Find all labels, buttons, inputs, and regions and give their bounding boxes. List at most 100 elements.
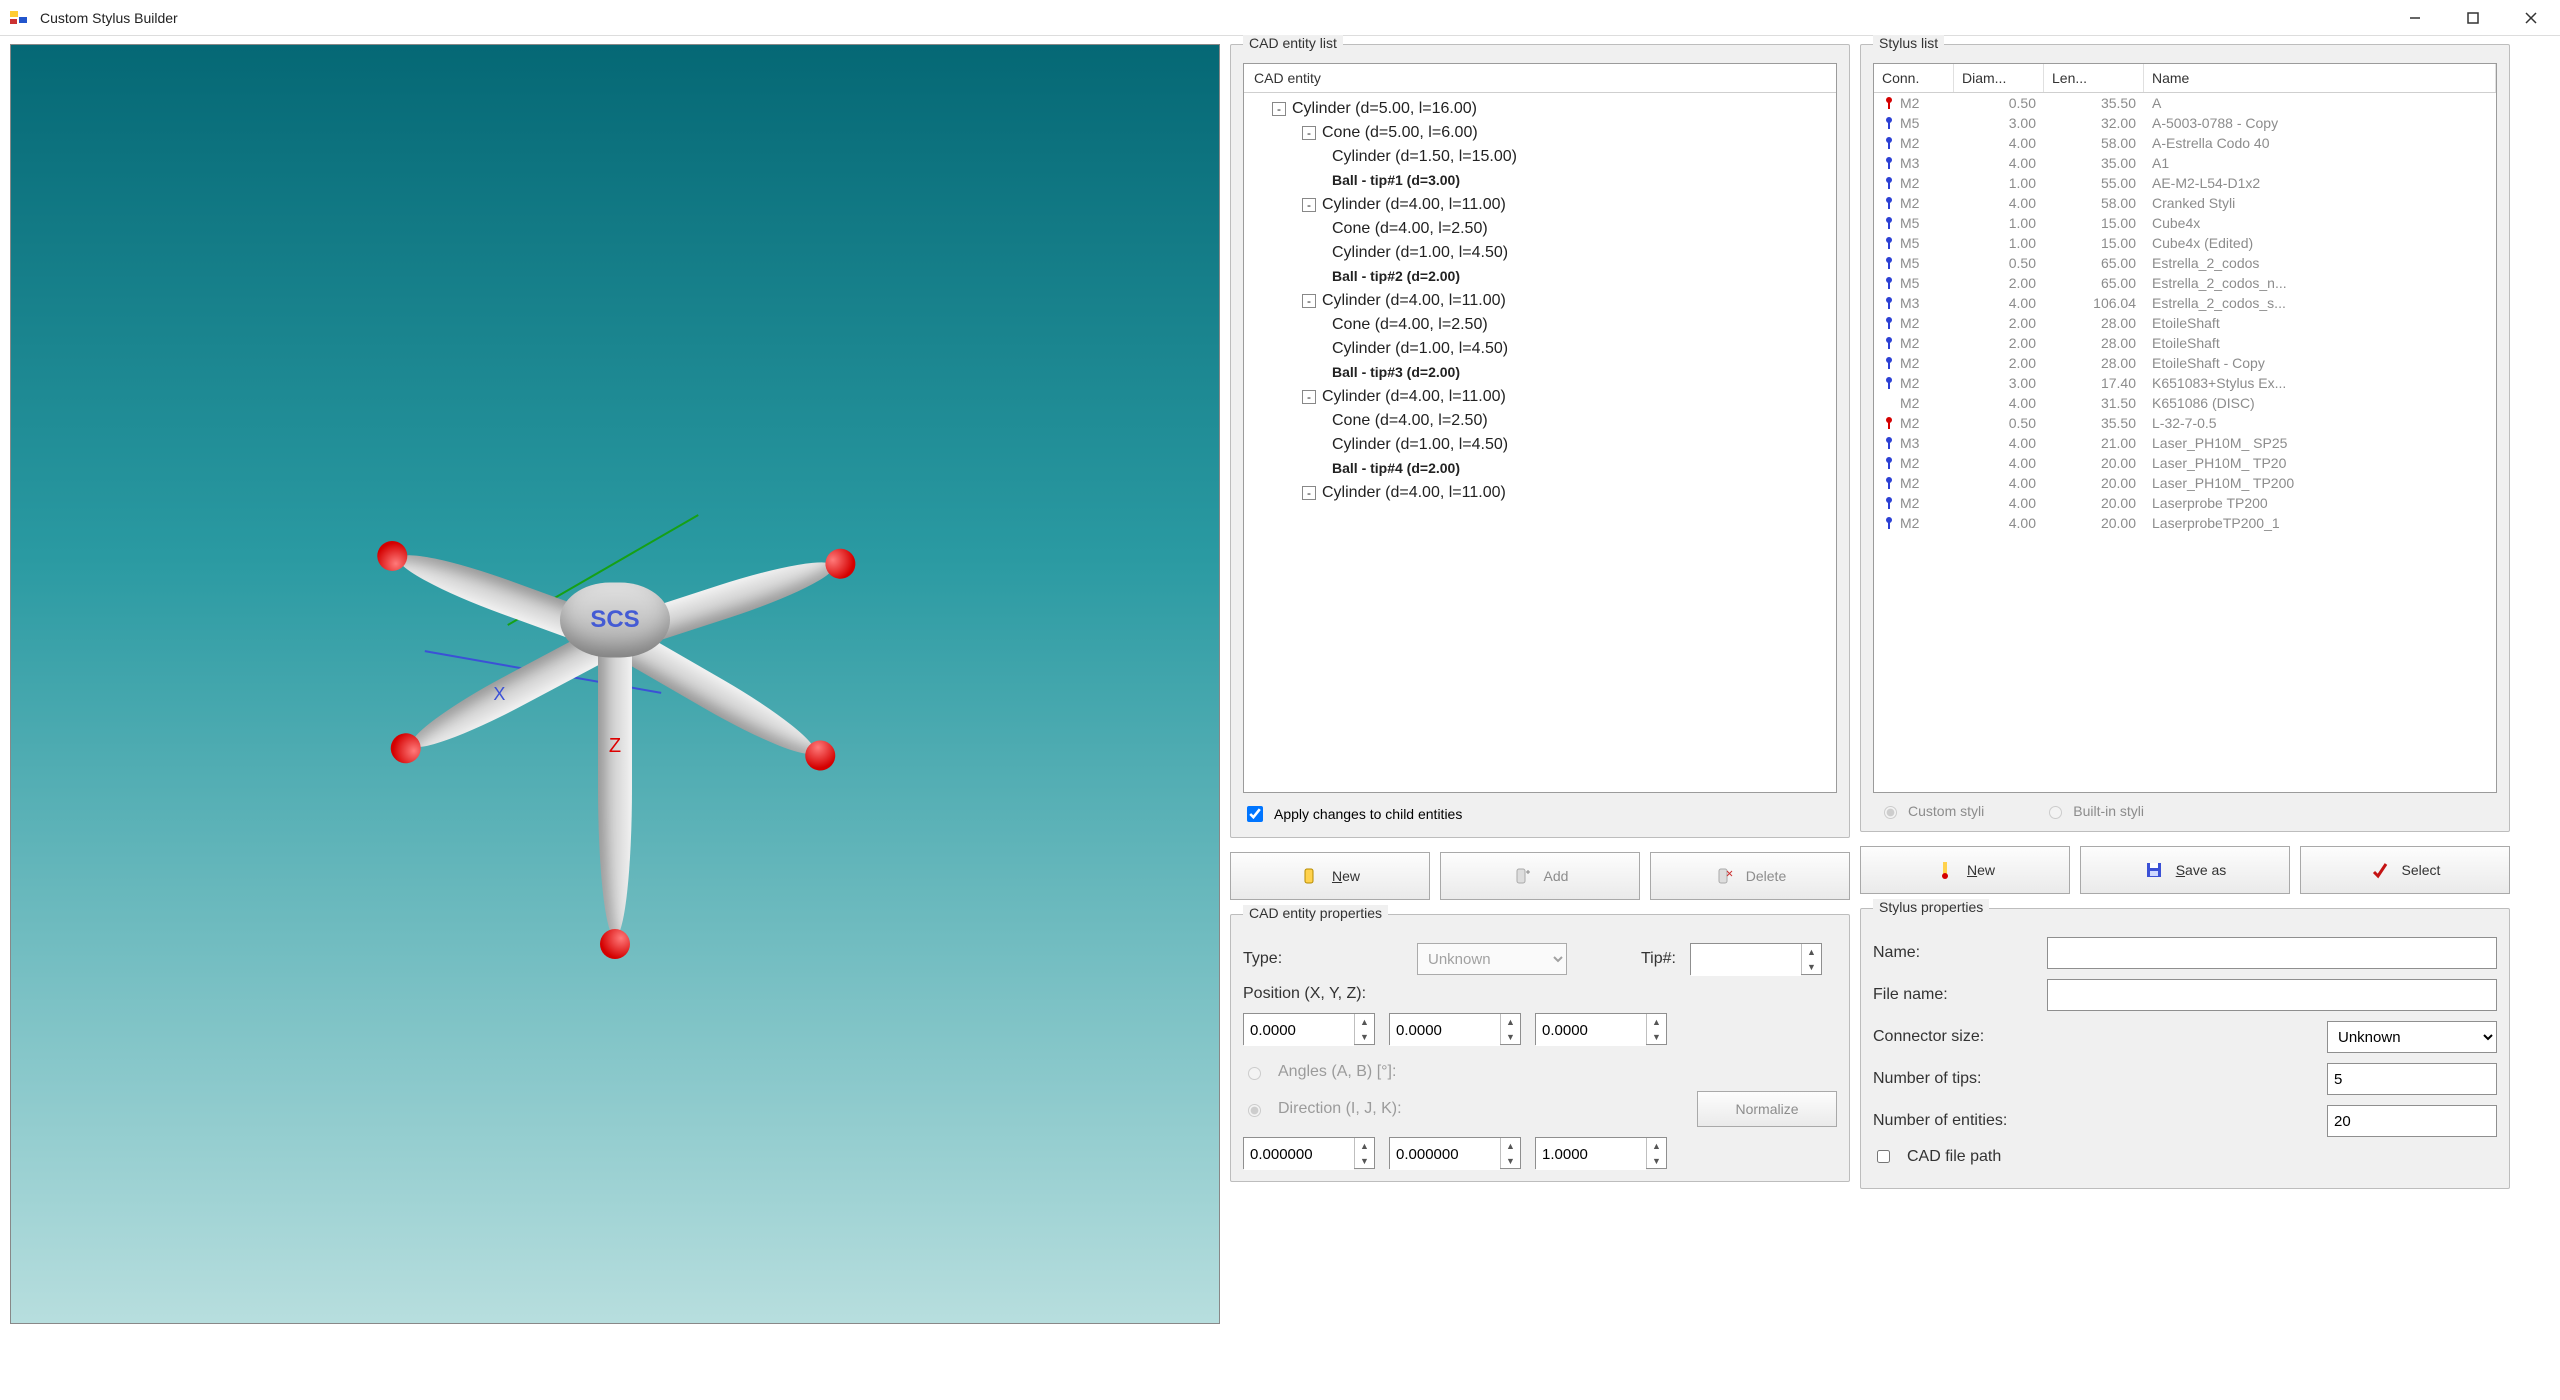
expand-toggle-icon[interactable]: - [1302,486,1316,500]
tree-node[interactable]: Cylinder (d=1.00, l=4.50) [1244,241,1836,265]
dir-k-input[interactable] [1536,1138,1646,1170]
dir-i-spinner[interactable]: ▲▼ [1243,1137,1375,1169]
stylus-row[interactable]: M50.5065.00Estrella_2_codos [1874,253,2496,273]
sp-connector-select[interactable]: Unknown [2327,1021,2497,1053]
titlebar: Custom Stylus Builder [0,0,2560,36]
angles-radio[interactable] [1248,1067,1261,1080]
stylus-row[interactable]: M51.0015.00Cube4x [1874,213,2496,233]
stylus-row[interactable]: M24.0058.00A-Estrella Codo 40 [1874,133,2496,153]
expand-toggle-icon[interactable]: - [1302,390,1316,404]
sp-name-input[interactable] [2047,937,2497,969]
app-icon [8,7,30,29]
tree-node[interactable]: Cone (d=4.00, l=2.50) [1244,409,1836,433]
stylus-pin-icon [1882,376,1896,390]
stylus-pin-icon [1882,436,1896,450]
sp-file-input[interactable] [2047,979,2497,1011]
new-stylus-icon [1935,860,1955,880]
close-button[interactable] [2502,0,2560,36]
tree-node[interactable]: Ball - tip#2 (d=2.00) [1244,265,1836,289]
dir-k-spinner[interactable]: ▲▼ [1535,1137,1667,1169]
cad-delete-button[interactable]: Delete [1650,852,1850,900]
stylus-row[interactable]: M24.0020.00LaserprobeTP200_1 [1874,513,2496,533]
pos-z-input[interactable] [1536,1014,1646,1046]
tree-node[interactable]: Ball - tip#1 (d=3.00) [1244,169,1836,193]
stylus-row[interactable]: M21.0055.00AE-M2-L54-D1x2 [1874,173,2496,193]
dir-j-input[interactable] [1390,1138,1500,1170]
stylus-row[interactable]: M53.0032.00A-5003-0788 - Copy [1874,113,2496,133]
pos-y-spinner[interactable]: ▲▼ [1389,1013,1521,1045]
minimize-button[interactable] [2386,0,2444,36]
stylus-row[interactable]: M34.00106.04Estrella_2_codos_s... [1874,293,2496,313]
pos-z-spinner[interactable]: ▲▼ [1535,1013,1667,1045]
stylus-saveas-button[interactable]: Save as [2080,846,2290,894]
chevron-down-icon[interactable]: ▼ [1802,959,1821,974]
stylus-row[interactable]: M24.0058.00Cranked Styli [1874,193,2496,213]
dir-j-spinner[interactable]: ▲▼ [1389,1137,1521,1169]
delete-icon [1714,866,1734,886]
stylus-pin-icon [1882,496,1896,510]
cad-new-label: ew [1342,868,1360,884]
tree-node[interactable]: Cylinder (d=1.50, l=15.00) [1244,145,1836,169]
expand-toggle-icon[interactable]: - [1302,294,1316,308]
tree-node[interactable]: Ball - tip#3 (d=2.00) [1244,361,1836,385]
pos-y-input[interactable] [1390,1014,1500,1046]
tip-input[interactable] [1691,944,1801,976]
dir-i-input[interactable] [1244,1138,1354,1170]
stylus-row[interactable]: M24.0020.00Laser_PH10M_ TP200 [1874,473,2496,493]
direction-radio[interactable] [1248,1104,1261,1117]
tree-node[interactable]: Cone (d=4.00, l=2.50) [1244,217,1836,241]
col-conn[interactable]: Conn. [1874,64,1954,92]
stylus-row[interactable]: M24.0031.50K651086 (DISC) [1874,393,2496,413]
stylus-row[interactable]: M23.0017.40K651083+Stylus Ex... [1874,373,2496,393]
col-diam[interactable]: Diam... [1954,64,2044,92]
tree-node[interactable]: Cone (d=4.00, l=2.50) [1244,313,1836,337]
stylus-list-header[interactable]: Conn. Diam... Len... Name [1874,64,2496,93]
stylus-row[interactable]: M52.0065.00Estrella_2_codos_n... [1874,273,2496,293]
stylus-row[interactable]: M22.0028.00EtoileShaft - Copy [1874,353,2496,373]
tip-spinner[interactable]: ▲▼ [1690,943,1822,975]
maximize-button[interactable] [2444,0,2502,36]
stylus-row[interactable]: M34.0035.00A1 [1874,153,2496,173]
cad-tree[interactable]: -Cylinder (d=5.00, l=16.00)-Cone (d=5.00… [1244,93,1836,792]
pos-x-input[interactable] [1244,1014,1354,1046]
stylus-row[interactable]: M34.0021.00Laser_PH10M_ SP25 [1874,433,2496,453]
col-len[interactable]: Len... [2044,64,2144,92]
stylus-row[interactable]: M22.0028.00EtoileShaft [1874,313,2496,333]
direction-label: Direction (I, J, K): [1278,1100,1402,1118]
pos-x-spinner[interactable]: ▲▼ [1243,1013,1375,1045]
tree-node[interactable]: Cylinder (d=1.00, l=4.50) [1244,433,1836,457]
chevron-up-icon[interactable]: ▲ [1802,944,1821,959]
tree-node[interactable]: -Cone (d=5.00, l=6.00) [1244,121,1836,145]
custom-styli-radio[interactable]: Custom styli [1879,803,1984,819]
tree-node[interactable]: Ball - tip#4 (d=2.00) [1244,457,1836,481]
stylus-select-button[interactable]: Select [2300,846,2510,894]
normalize-button[interactable]: Normalize [1697,1091,1837,1127]
tree-node[interactable]: -Cylinder (d=4.00, l=11.00) [1244,289,1836,313]
sp-cadpath-checkbox[interactable] [1877,1150,1890,1163]
viewport-3d[interactable]: SCS Z X [10,44,1220,1324]
tree-node[interactable]: -Cylinder (d=4.00, l=11.00) [1244,481,1836,505]
col-name[interactable]: Name [2144,64,2496,92]
expand-toggle-icon[interactable]: - [1302,198,1316,212]
stylus-row[interactable]: M24.0020.00Laserprobe TP200 [1874,493,2496,513]
stylus-row[interactable]: M24.0020.00Laser_PH10M_ TP20 [1874,453,2496,473]
cad-tree-header[interactable]: CAD entity [1244,64,1836,93]
expand-toggle-icon[interactable]: - [1302,126,1316,140]
window-title: Custom Stylus Builder [40,10,2386,26]
expand-toggle-icon[interactable]: - [1272,102,1286,116]
stylus-row[interactable]: M22.0028.00EtoileShaft [1874,333,2496,353]
cad-add-button[interactable]: Add [1440,852,1640,900]
apply-children-checkbox[interactable] [1247,806,1263,822]
type-select[interactable]: Unknown [1417,943,1567,975]
stylus-row[interactable]: M20.5035.50A [1874,93,2496,113]
stylus-new-button[interactable]: New [1860,846,2070,894]
stylus-row[interactable]: M20.5035.50L-32-7-0.5 [1874,413,2496,433]
builtin-styli-radio[interactable]: Built-in styli [2044,803,2144,819]
cad-new-button[interactable]: New [1230,852,1430,900]
tree-node[interactable]: -Cylinder (d=4.00, l=11.00) [1244,385,1836,409]
stylus-list[interactable]: M20.5035.50AM53.0032.00A-5003-0788 - Cop… [1874,93,2496,792]
stylus-row[interactable]: M51.0015.00Cube4x (Edited) [1874,233,2496,253]
tree-node[interactable]: -Cylinder (d=5.00, l=16.00) [1244,97,1836,121]
tree-node[interactable]: Cylinder (d=1.00, l=4.50) [1244,337,1836,361]
tree-node[interactable]: -Cylinder (d=4.00, l=11.00) [1244,193,1836,217]
